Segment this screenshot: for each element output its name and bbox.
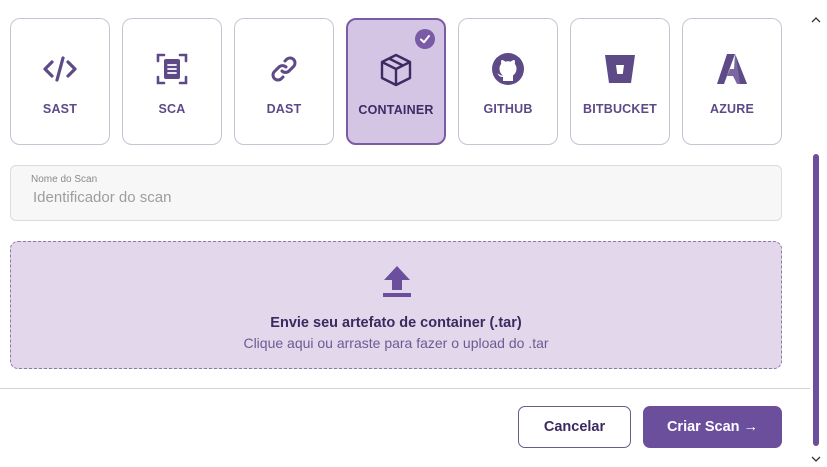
create-scan-button[interactable]: Criar Scan →: [643, 406, 782, 448]
azure-icon: [715, 51, 749, 87]
scan-type-bitbucket[interactable]: BITBUCKET: [570, 18, 670, 145]
scan-type-github[interactable]: GITHUB: [458, 18, 558, 145]
check-icon: [415, 29, 435, 49]
scan-type-label: AZURE: [709, 102, 755, 116]
scan-name-label: Nome do Scan: [31, 174, 98, 185]
github-icon: [491, 51, 525, 87]
cancel-button[interactable]: Cancelar: [518, 406, 631, 448]
scrollbar-thumb[interactable]: [813, 154, 819, 446]
scan-type-sca[interactable]: SCA: [122, 18, 222, 145]
scan-type-label: CONTAINER: [358, 103, 434, 117]
upload-subtitle: Clique aqui ou arraste para fazer o uplo…: [243, 335, 549, 351]
scan-name-input[interactable]: [31, 188, 735, 207]
box-icon: [378, 52, 414, 88]
upload-icon: [381, 264, 413, 303]
container-upload-dropzone[interactable]: Envie seu artefato de container (.tar) C…: [10, 241, 782, 369]
link-icon: [269, 51, 299, 87]
bitbucket-icon: [603, 51, 637, 87]
scroll-down-arrow-icon[interactable]: [811, 449, 821, 467]
scan-type-label: DAST: [266, 102, 302, 116]
document-scan-icon: [155, 51, 189, 87]
scan-type-label: GITHUB: [483, 102, 533, 116]
scan-type-azure[interactable]: AZURE: [682, 18, 782, 145]
scan-type-sast[interactable]: SAST: [10, 18, 110, 145]
upload-title: Envie seu artefato de container (.tar): [270, 315, 522, 331]
scan-type-container[interactable]: CONTAINER: [346, 18, 446, 145]
footer-divider: [0, 388, 810, 389]
scan-type-label: SAST: [42, 102, 78, 116]
scan-name-field: Nome do Scan: [10, 165, 782, 221]
scan-type-dast[interactable]: DAST: [234, 18, 334, 145]
scan-type-label: BITBUCKET: [582, 102, 658, 116]
code-icon: [42, 51, 78, 87]
scan-type-selector: SAST SCA DAST CONTAINER GITHUB BITBUCKET…: [10, 18, 782, 145]
scan-type-label: SCA: [158, 102, 186, 116]
scroll-up-arrow-icon[interactable]: [811, 10, 821, 28]
